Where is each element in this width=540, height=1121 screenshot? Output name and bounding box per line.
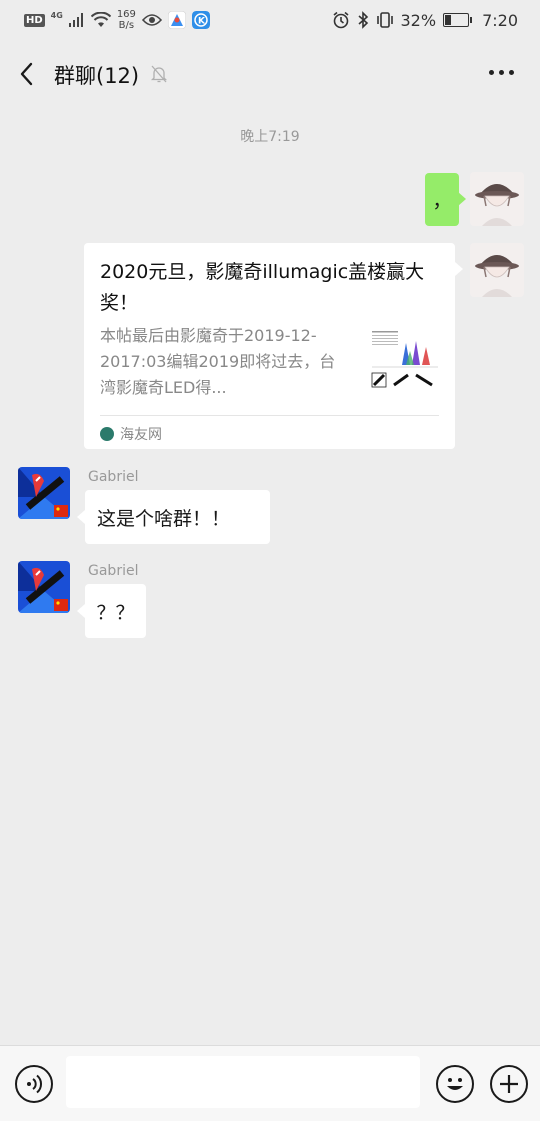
card-title: 2020元旦，影魔奇illumagic盖楼赢大奖！ bbox=[100, 261, 425, 314]
maps-app-icon bbox=[167, 11, 186, 29]
message-text: ？？ bbox=[96, 601, 135, 624]
wifi-icon bbox=[90, 12, 111, 27]
svg-text:K: K bbox=[198, 17, 206, 27]
k-app-icon: K bbox=[191, 11, 210, 29]
battery-icon bbox=[443, 13, 473, 27]
link-card[interactable]: 2020元旦，影魔奇illumagic盖楼赢大奖！ 本帖最后由影魔奇于2019-… bbox=[84, 243, 455, 449]
gabriel-avatar-image bbox=[18, 561, 70, 613]
card-thumbnail-image bbox=[370, 325, 440, 399]
my-avatar[interactable] bbox=[470, 243, 524, 297]
more-options-icon[interactable] bbox=[489, 70, 514, 75]
net-speed-unit: B/s bbox=[118, 20, 135, 31]
gabriel-avatar[interactable] bbox=[18, 561, 70, 613]
plus-icon bbox=[500, 1075, 518, 1093]
bubble-tail bbox=[455, 262, 463, 276]
gabriel-avatar[interactable] bbox=[18, 467, 70, 519]
card-source: 海友网 bbox=[100, 424, 162, 444]
voice-button[interactable] bbox=[15, 1065, 53, 1103]
message-timestamp: 晚上7:19 bbox=[240, 129, 300, 145]
network-type: 4G bbox=[50, 10, 63, 20]
clock: 7:20 bbox=[482, 10, 518, 30]
gabriel-avatar-image bbox=[18, 467, 70, 519]
bubble-tail bbox=[458, 192, 466, 206]
card-source-name: 海友网 bbox=[120, 427, 162, 443]
my-avatar[interactable] bbox=[470, 172, 524, 226]
net-speed-value: 169 bbox=[116, 9, 136, 20]
eye-icon bbox=[141, 14, 162, 26]
net-speed: 169 B/s bbox=[117, 9, 136, 31]
anime-boy-avatar-image bbox=[470, 243, 524, 297]
chat-header: 群聊(12) bbox=[0, 44, 540, 104]
status-right: 32% 7:20 bbox=[332, 8, 518, 32]
hd-badge: HD bbox=[24, 13, 45, 27]
incoming-message-bubble[interactable]: 这是个啥群！！ bbox=[85, 490, 270, 544]
message-text: 这是个啥群！！ bbox=[97, 507, 231, 530]
bluetooth-icon bbox=[357, 11, 368, 29]
smiley-icon bbox=[447, 1078, 463, 1090]
incoming-message-bubble[interactable]: ？？ bbox=[85, 584, 146, 638]
message-input[interactable] bbox=[66, 1056, 420, 1108]
emoji-button[interactable] bbox=[436, 1065, 474, 1103]
input-bar bbox=[0, 1045, 540, 1121]
status-left: HD 4G 169 B/s K bbox=[24, 8, 210, 32]
vibrate-icon bbox=[376, 12, 393, 28]
page-title[interactable]: 群聊(12) bbox=[54, 60, 139, 90]
source-logo-icon bbox=[100, 427, 114, 441]
battery-percent: 32% bbox=[400, 10, 437, 30]
my-message-bubble[interactable]: ， bbox=[425, 173, 459, 226]
bubble-tail bbox=[77, 510, 85, 524]
voice-icon bbox=[27, 1074, 43, 1094]
alarm-icon bbox=[332, 11, 349, 29]
more-functions-button[interactable] bbox=[490, 1065, 528, 1103]
bubble-tail bbox=[77, 604, 85, 618]
signal-icon bbox=[68, 13, 83, 27]
back-arrow-icon[interactable] bbox=[16, 58, 40, 90]
anime-boy-avatar-image bbox=[470, 172, 524, 226]
status-bar: HD 4G 169 B/s K 32% 7:20 bbox=[0, 0, 540, 40]
message-text: ， bbox=[432, 190, 452, 212]
card-description: 本帖最后由影魔奇于2019-12-2017:03编辑2019即将过去，台湾影魔奇… bbox=[100, 326, 336, 397]
sender-name: Gabriel bbox=[88, 563, 139, 579]
mute-bell-icon bbox=[150, 65, 168, 83]
sender-name: Gabriel bbox=[88, 469, 139, 485]
card-divider bbox=[100, 415, 439, 416]
